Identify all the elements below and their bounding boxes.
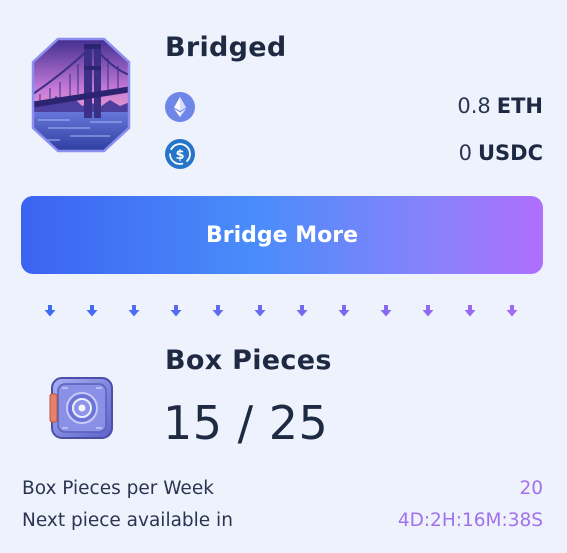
usdc-symbol: USDC	[477, 141, 543, 165]
eth-symbol: ETH	[496, 94, 543, 118]
bridged-card: Bridged 0.8 ETH $ 0 USDC Bridge More Box…	[0, 0, 567, 553]
arrow-down-icon	[380, 305, 392, 317]
stat-row-pieces-per-week: Box Pieces per Week 20	[22, 478, 543, 502]
svg-text:$: $	[175, 148, 184, 163]
eth-amount-value: 0.8	[457, 94, 491, 118]
usdc-icon: $	[165, 139, 195, 169]
arrow-down-icon	[254, 305, 266, 317]
arrow-down-icon	[212, 305, 224, 317]
bridged-title: Bridged	[165, 32, 287, 63]
arrow-down-icon	[464, 305, 476, 317]
countdown-timer: 4D:2H:16M:38S	[397, 510, 543, 531]
arrow-down-icon	[422, 305, 434, 317]
arrow-down-icon	[44, 305, 56, 317]
bridge-more-button[interactable]: Bridge More	[21, 196, 543, 274]
usdc-amount: 0 USDC	[459, 141, 543, 165]
arrow-down-icon	[128, 305, 140, 317]
eth-balance-row: 0.8 ETH	[165, 92, 543, 122]
stat-row-next-piece: Next piece available in 4D:2H:16M:38S	[22, 510, 543, 534]
arrow-down-icon	[338, 305, 350, 317]
eth-amount: 0.8 ETH	[457, 94, 543, 118]
usdc-amount-value: 0	[458, 141, 472, 165]
ethereum-icon	[165, 92, 195, 122]
mystery-box-icon	[49, 377, 113, 439]
bridge-illustration-icon	[31, 37, 131, 153]
box-pieces-title: Box Pieces	[165, 345, 332, 376]
box-pieces-count: 15 / 25	[163, 396, 329, 450]
stat-label: Next piece available in	[22, 510, 233, 531]
progress-arrows	[43, 304, 523, 318]
arrow-down-icon	[170, 305, 182, 317]
stat-value: 20	[519, 478, 543, 499]
arrow-down-icon	[506, 305, 518, 317]
arrow-down-icon	[296, 305, 308, 317]
stat-label: Box Pieces per Week	[22, 478, 214, 499]
arrow-down-icon	[86, 305, 98, 317]
usdc-balance-row: $ 0 USDC	[165, 139, 543, 169]
